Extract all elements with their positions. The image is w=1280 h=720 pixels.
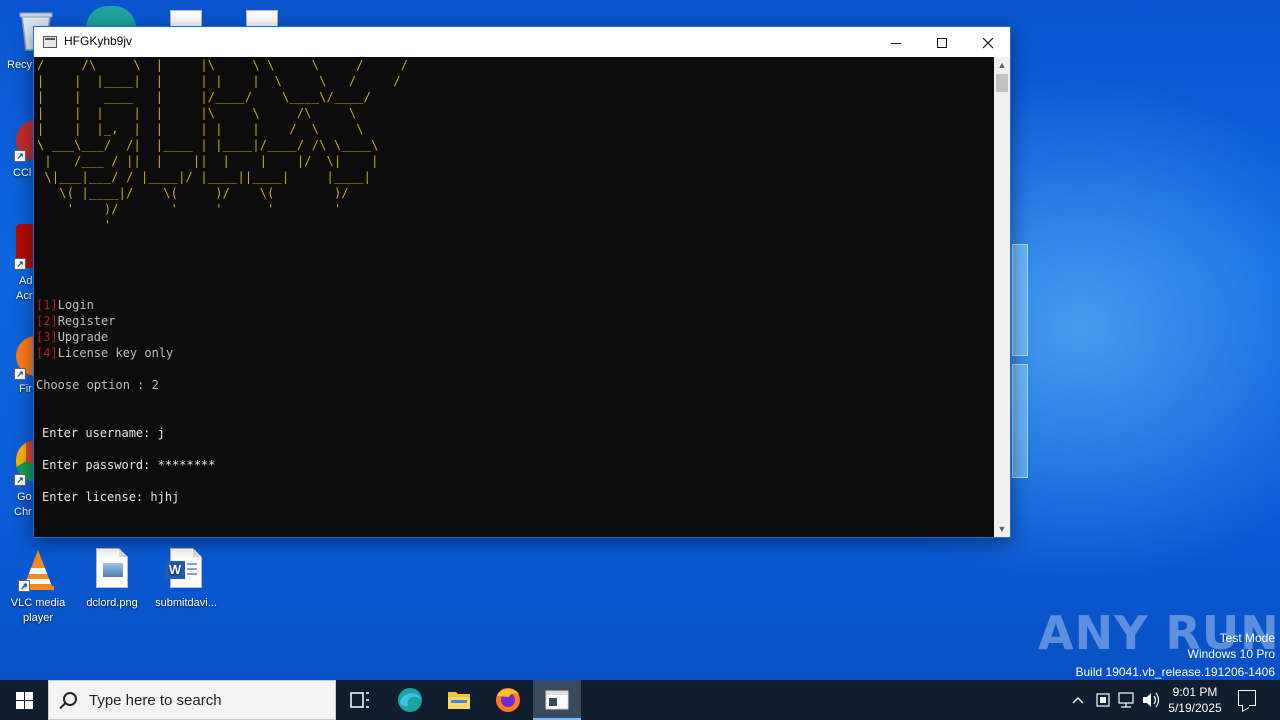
desktop-icon-label: Ad <box>19 275 33 287</box>
task-view-button[interactable] <box>336 680 384 720</box>
desktop-icon-label: submitdavi... <box>155 597 217 609</box>
menu-option-register: [2]Register <box>36 313 173 329</box>
desktop-icon-label: Fir <box>19 383 32 395</box>
image-file-icon <box>92 548 132 592</box>
task-view-icon <box>350 692 369 708</box>
menu-label: Register <box>57 314 116 328</box>
taskbar-console-button[interactable] <box>533 680 581 720</box>
menu-number: [1] <box>36 298 58 312</box>
firefox-icon <box>496 688 520 712</box>
file-explorer-icon <box>448 692 470 709</box>
action-center-icon[interactable] <box>1238 690 1256 706</box>
tray-app-icon[interactable] <box>1092 680 1114 720</box>
maximize-icon <box>937 38 947 49</box>
start-button[interactable] <box>0 680 48 720</box>
menu-option-license-key: [4]License key only <box>36 345 173 361</box>
menu-number: [2] <box>36 314 58 328</box>
password-prompt: Enter password: ******** <box>42 458 216 472</box>
edge-icon <box>398 688 422 712</box>
shortcut-arrow-icon: ↗ <box>14 258 26 270</box>
minimize-icon <box>891 42 901 44</box>
taskbar-clock[interactable]: 9:01 PM 5/19/2025 <box>1160 684 1230 716</box>
username-prompt: Enter username: j <box>42 426 165 440</box>
vlc-icon: ↗ <box>18 548 58 592</box>
menu-option-upgrade: [3]Upgrade <box>36 329 173 345</box>
build-label: Build 19041.vb_release.191206-1406 <box>1075 665 1276 679</box>
search-icon <box>63 692 77 706</box>
shortcut-arrow-icon: ↗ <box>14 150 26 162</box>
taskbar-file-explorer-button[interactable] <box>435 680 483 720</box>
choose-option-prompt: Choose option : 2 <box>36 378 159 392</box>
desktop-icon-vlc[interactable]: ↗ VLC media player <box>0 548 76 626</box>
license-prompt[interactable]: Enter license: hjhj <box>42 489 179 505</box>
volume-icon <box>1143 692 1160 708</box>
close-icon <box>982 37 994 49</box>
console-window-icon <box>545 690 569 710</box>
menu-label: Upgrade <box>57 330 109 344</box>
taskbar-search-box[interactable]: Type here to search <box>48 680 336 720</box>
network-tray-button[interactable] <box>1116 680 1138 720</box>
shortcut-arrow-icon: ↗ <box>18 580 30 592</box>
scroll-up-button[interactable]: ▲ <box>994 57 1010 73</box>
menu-option-login: [1]Login <box>36 297 173 313</box>
windows-edition-label: Windows 10 Pro <box>1187 647 1275 661</box>
defender-tray-icon <box>1096 693 1110 707</box>
menu-number: [3] <box>36 330 58 344</box>
desktop-icon-label: Acr <box>16 290 33 302</box>
desktop-icon-label: Go <box>17 491 32 503</box>
ascii-art-banner: / /\ \ | |\ \ \ \ / / | | |____| | | | |… <box>37 58 409 232</box>
clock-date: 5/19/2025 <box>1168 701 1222 715</box>
windows-logo-pane <box>1012 244 1028 356</box>
taskbar-edge-button[interactable] <box>386 680 434 720</box>
desktop-icon-label: CCl <box>13 167 32 179</box>
word-document-icon: W <box>165 548 206 592</box>
test-mode-label: Test Mode <box>1219 631 1275 645</box>
scroll-down-button[interactable]: ▼ <box>994 521 1010 537</box>
shortcut-arrow-icon: ↗ <box>14 474 26 486</box>
console-output[interactable]: / /\ \ | |\ \ \ \ / / | | |____| | | | |… <box>34 57 994 537</box>
clock-time: 9:01 PM <box>1172 685 1218 699</box>
menu-number: [4] <box>36 346 58 360</box>
windows-logo-pane <box>1012 364 1028 478</box>
console-window[interactable]: HFGKyhb9jv / /\ \ | |\ \ \ \ / / | | |__… <box>33 26 1011 538</box>
network-icon <box>1118 692 1134 708</box>
menu-options: [1]Login [2]Register [3]Upgrade [4]Licen… <box>36 297 173 361</box>
desktop-icon-label: dclord.png <box>86 597 138 609</box>
windows-start-icon <box>16 692 24 700</box>
desktop-icon-label: Recy <box>7 59 33 71</box>
menu-label: License key only <box>57 346 174 360</box>
desktop-icon-submitdavi[interactable]: W submitdavi... <box>148 548 224 611</box>
window-title: HFGKyhb9jv <box>64 34 133 48</box>
volume-tray-button[interactable] <box>1140 680 1162 720</box>
close-button[interactable] <box>965 27 1011 57</box>
shortcut-arrow-icon: ↗ <box>14 368 26 380</box>
window-titlebar[interactable]: HFGKyhb9jv <box>34 27 1010 57</box>
console-app-icon <box>43 36 57 48</box>
taskbar-firefox-button[interactable] <box>484 680 532 720</box>
show-hidden-icons-button[interactable] <box>1068 680 1088 720</box>
desktop-icon-label: Chr <box>14 506 32 518</box>
minimize-button[interactable] <box>873 27 919 57</box>
maximize-button[interactable] <box>919 27 965 57</box>
scrollbar-thumb[interactable] <box>996 74 1008 92</box>
chevron-up-icon <box>1072 697 1084 704</box>
desktop-icon-dclord[interactable]: dclord.png <box>74 548 150 611</box>
desktop-icon-label: VLC media player <box>10 597 66 624</box>
vertical-scrollbar[interactable]: ▲ ▼ <box>994 57 1010 537</box>
taskbar: Type here to search 9:01 PM 5/19/2025 <box>0 680 1280 720</box>
search-placeholder: Type here to search <box>89 692 222 709</box>
menu-label: Login <box>57 298 94 312</box>
